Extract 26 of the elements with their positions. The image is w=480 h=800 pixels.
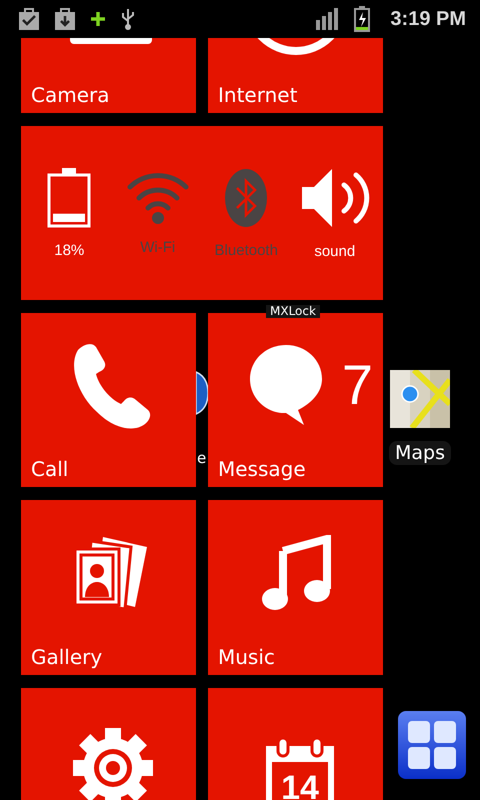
map-icon bbox=[390, 370, 450, 428]
usb-icon bbox=[120, 7, 136, 31]
app-tile[interactable]: Internet bbox=[208, 38, 383, 113]
app-tile[interactable]: 14 bbox=[208, 688, 383, 800]
music-note-icon bbox=[260, 534, 330, 610]
plus-icon bbox=[90, 11, 106, 27]
battery-charging-icon bbox=[354, 6, 370, 32]
app-label[interactable]: MXLock bbox=[266, 305, 320, 318]
speech-bubble-icon bbox=[248, 343, 324, 427]
toggle-label: Wi-Fi bbox=[140, 238, 176, 256]
signal-icon bbox=[316, 8, 340, 30]
bag-download-icon bbox=[54, 7, 76, 31]
app-drawer-button[interactable] bbox=[398, 711, 466, 779]
status-time: 3:19 PM bbox=[390, 8, 466, 30]
toggle-label: 18% bbox=[54, 242, 84, 258]
app-label[interactable]: Maps bbox=[389, 441, 451, 465]
app-tile[interactable]: Camera bbox=[21, 38, 196, 113]
bag-check-icon bbox=[18, 7, 40, 31]
app-label[interactable]: e bbox=[197, 449, 206, 467]
app-tile[interactable]: Gallery bbox=[21, 500, 196, 675]
app-tile[interactable]: Call bbox=[21, 313, 196, 487]
unread-count: 7 bbox=[342, 357, 374, 413]
toggle-label: Bluetooth bbox=[214, 242, 278, 258]
gear-icon bbox=[73, 728, 153, 800]
app-tile[interactable]: Music bbox=[208, 500, 383, 675]
toggle-label: sound bbox=[314, 242, 356, 260]
